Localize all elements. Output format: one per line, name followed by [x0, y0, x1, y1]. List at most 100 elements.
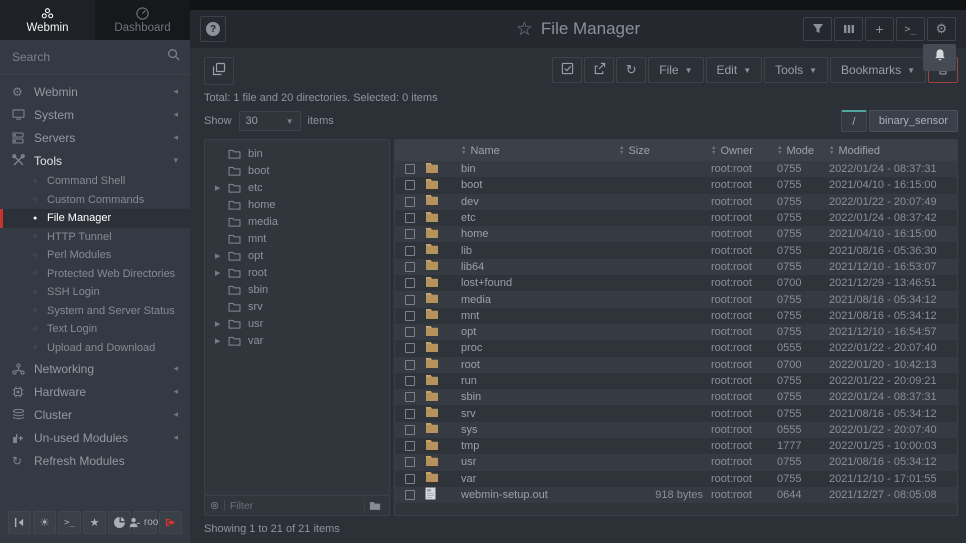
row-checkbox[interactable]	[405, 295, 415, 305]
dir-row-sys[interactable]: sysroot:root05552022/01/22 - 20:07:40	[395, 422, 957, 438]
row-checkbox[interactable]	[405, 327, 415, 337]
cell-name[interactable]: var	[457, 471, 615, 487]
dir-row-lost-found[interactable]: lost+foundroot:root07002021/12/29 - 13:4…	[395, 275, 957, 291]
expand-icon[interactable]: ▶	[215, 252, 228, 260]
row-checkbox[interactable]	[405, 360, 415, 370]
sidebar-item-webmin[interactable]: ⚙Webmin◂	[0, 80, 190, 103]
row-checkbox[interactable]	[405, 164, 415, 174]
cell-name[interactable]: usr	[457, 454, 615, 470]
cell-name[interactable]: tmp	[457, 438, 615, 454]
sort-icon[interactable]: ▲▼	[829, 146, 834, 156]
edit-menu-button[interactable]: Edit▼	[706, 57, 763, 83]
file-row-webmin-setup-out[interactable]: webmin-setup.out918 bytesroot:root064420…	[395, 487, 957, 503]
sidebar-item-system-and-server-status[interactable]: ○System and Server Status	[0, 302, 190, 321]
usage-button[interactable]	[108, 511, 131, 534]
row-checkbox[interactable]	[405, 229, 415, 239]
terminal-button[interactable]: >_	[58, 511, 81, 534]
expand-icon[interactable]: ▶	[215, 269, 228, 277]
favorites-button[interactable]: ★	[83, 511, 106, 534]
column-header-name[interactable]: ▲▼Name	[457, 140, 615, 161]
tree-item-etc[interactable]: ▶etc	[205, 179, 389, 196]
cell-name[interactable]: sbin	[457, 389, 615, 405]
tab-webmin[interactable]: Webmin	[0, 0, 95, 40]
sort-icon[interactable]: ▲▼	[461, 146, 466, 156]
sidebar-item-hardware[interactable]: Hardware◂	[0, 380, 190, 403]
sidebar-item-protected-web-directories[interactable]: ○Protected Web Directories	[0, 265, 190, 284]
row-checkbox[interactable]	[405, 197, 415, 207]
sidebar-item-tools[interactable]: Tools▾	[0, 149, 190, 172]
cell-name[interactable]: etc	[457, 210, 615, 226]
row-checkbox[interactable]	[405, 246, 415, 256]
notifications-button[interactable]	[923, 44, 956, 71]
sidebar-item-file-manager[interactable]: ●File Manager	[0, 209, 190, 228]
cell-name[interactable]: bin	[457, 161, 615, 177]
expand-icon[interactable]: ▶	[215, 184, 228, 192]
row-checkbox[interactable]	[405, 343, 415, 353]
cell-name[interactable]: lost+found	[457, 275, 615, 291]
expand-icon[interactable]: ▶	[215, 337, 228, 345]
tree-item-var[interactable]: ▶var	[205, 332, 389, 349]
cell-name[interactable]: dev	[457, 194, 615, 210]
refresh-button[interactable]: ↻	[616, 57, 646, 83]
tree-item-home[interactable]: home	[205, 196, 389, 213]
sidebar-item-un-used-modules[interactable]: Un-used Modules◂	[0, 426, 190, 449]
tools-menu-button[interactable]: Tools▼	[764, 57, 828, 83]
user-button[interactable]: root	[133, 511, 157, 534]
row-checkbox[interactable]	[405, 213, 415, 223]
cell-name[interactable]: root	[457, 357, 615, 373]
bookmarks-menu-button[interactable]: Bookmarks▼	[830, 57, 926, 83]
cell-name[interactable]: proc	[457, 340, 615, 356]
sort-icon[interactable]: ▲▼	[711, 146, 716, 156]
dir-row-boot[interactable]: bootroot:root07552021/04/10 - 16:15:00	[395, 177, 957, 193]
copy-path-button[interactable]	[204, 57, 234, 85]
dir-row-lib64[interactable]: lib64root:root07552021/12/10 - 16:53:07	[395, 259, 957, 275]
dir-row-root[interactable]: rootroot:root07002022/01/20 - 10:42:13	[395, 357, 957, 373]
cell-name[interactable]: sys	[457, 422, 615, 438]
row-checkbox[interactable]	[405, 278, 415, 288]
sidebar-item-cluster[interactable]: Cluster◂	[0, 403, 190, 426]
row-checkbox[interactable]	[405, 180, 415, 190]
tree-item-mnt[interactable]: mnt	[205, 230, 389, 247]
column-header-size[interactable]: ▲▼Size	[615, 140, 707, 161]
row-checkbox[interactable]	[405, 262, 415, 272]
dir-row-media[interactable]: mediaroot:root07552021/08/16 - 05:34:12	[395, 291, 957, 307]
dir-row-opt[interactable]: optroot:root07552021/12/10 - 16:54:57	[395, 324, 957, 340]
sidebar-item-upload-and-download[interactable]: ○Upload and Download	[0, 339, 190, 358]
dir-row-usr[interactable]: usrroot:root07552021/08/16 - 05:34:12	[395, 454, 957, 470]
dir-row-dev[interactable]: devroot:root07552022/01/22 - 20:07:49	[395, 194, 957, 210]
sidebar-item-text-login[interactable]: ○Text Login	[0, 320, 190, 339]
expand-icon[interactable]: ▶	[215, 320, 228, 328]
dir-row-sbin[interactable]: sbinroot:root07552022/01/24 - 08:37:31	[395, 389, 957, 405]
search-input[interactable]	[12, 50, 167, 64]
tree-item-sbin[interactable]: sbin	[205, 281, 389, 298]
cell-name[interactable]: opt	[457, 324, 615, 340]
tree-filter-input[interactable]	[230, 500, 360, 512]
settings-button[interactable]: ⚙	[927, 17, 956, 41]
sidebar-item-networking[interactable]: Networking◂	[0, 357, 190, 380]
breadcrumb-current-button[interactable]: binary_sensor	[869, 110, 958, 132]
row-checkbox[interactable]	[405, 490, 415, 500]
sidebar-item-command-shell[interactable]: ○Command Shell	[0, 172, 190, 191]
cell-name[interactable]: lib64	[457, 259, 615, 275]
cell-name[interactable]: run	[457, 373, 615, 389]
row-checkbox[interactable]	[405, 376, 415, 386]
tree-item-boot[interactable]: boot	[205, 162, 389, 179]
tree-item-srv[interactable]: srv	[205, 298, 389, 315]
paste-button[interactable]	[584, 57, 614, 83]
row-checkbox[interactable]	[405, 425, 415, 435]
cell-name[interactable]: srv	[457, 405, 615, 421]
row-checkbox[interactable]	[405, 311, 415, 321]
columns-button[interactable]	[834, 17, 863, 41]
sidebar-item-perl-modules[interactable]: ○Perl Modules	[0, 246, 190, 265]
dir-row-home[interactable]: homeroot:root07552021/04/10 - 16:15:00	[395, 226, 957, 242]
cell-name[interactable]: mnt	[457, 308, 615, 324]
sort-icon[interactable]: ▲▼	[777, 146, 782, 156]
theme-toggle-button[interactable]: ☀	[33, 511, 56, 534]
dir-row-proc[interactable]: procroot:root05552022/01/22 - 20:07:40	[395, 340, 957, 356]
cell-name[interactable]: webmin-setup.out	[457, 487, 615, 503]
dir-row-run[interactable]: runroot:root07552022/01/22 - 20:09:21	[395, 373, 957, 389]
tree-folder-button[interactable]	[364, 498, 384, 513]
breadcrumb-root-button[interactable]: /	[841, 110, 867, 132]
sidebar-item-refresh-modules[interactable]: ↻Refresh Modules	[0, 449, 190, 472]
tree-item-media[interactable]: media	[205, 213, 389, 230]
